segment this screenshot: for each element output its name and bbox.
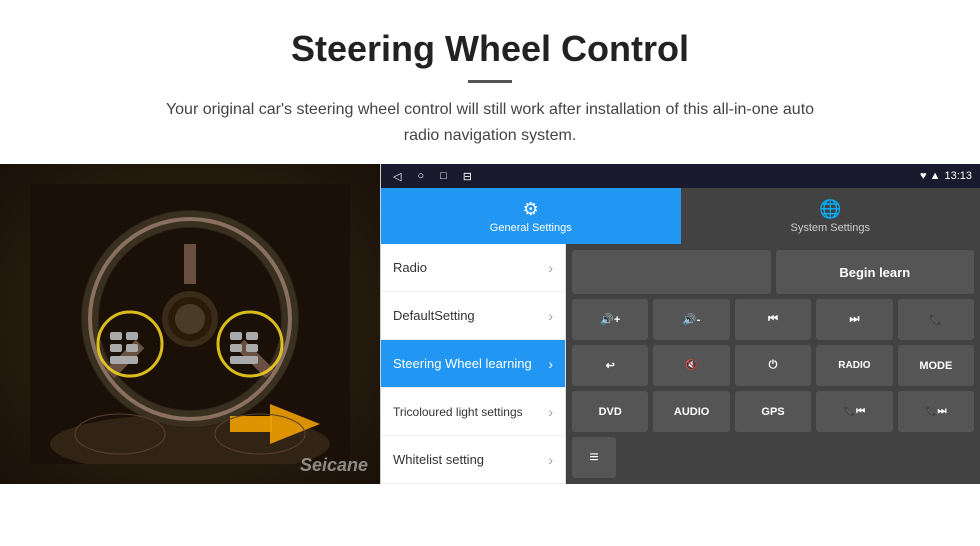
menu-item-whitelist-chevron: ›: [548, 452, 553, 468]
phone-next-button[interactable]: 📞⏭: [898, 391, 974, 432]
status-bar: ◁ ○ □ ⊟ ♥ ▲ 13:13: [381, 164, 980, 188]
gps-button[interactable]: GPS: [735, 391, 811, 432]
menu-item-whitelist[interactable]: Whitelist setting ›: [381, 436, 565, 484]
menu-item-tricoloured-chevron: ›: [548, 404, 553, 420]
vol-up-button[interactable]: 🔊+: [572, 299, 648, 340]
button-row-2: ↩ 🔇 ⏻ RADIO MODE: [572, 345, 974, 386]
button-row-4: ≡: [572, 437, 974, 478]
button-row-1: 🔊+ 🔊- ⏮ ⏭ 📞: [572, 299, 974, 340]
begin-learn-button[interactable]: Begin learn: [776, 250, 975, 294]
prev-track-button[interactable]: ⏮: [735, 299, 811, 340]
power-button[interactable]: ⏻: [735, 345, 811, 386]
tab-general-settings[interactable]: ⚙ General Settings: [381, 188, 681, 244]
tab-bar: ⚙ General Settings 🌐 System Settings: [381, 188, 980, 244]
dvd-button[interactable]: DVD: [572, 391, 648, 432]
phone-prev-button[interactable]: 📞⏮: [816, 391, 892, 432]
nav-menu-icon[interactable]: ⊟: [463, 170, 472, 183]
tab-system-settings[interactable]: 🌐 System Settings: [681, 188, 980, 244]
main-content: Seicane ◁ ○ □ ⊟ ♥ ▲ 13:13 ⚙ General Sett…: [0, 164, 980, 484]
seicane-watermark: Seicane: [300, 455, 368, 476]
audio-button[interactable]: AUDIO: [653, 391, 729, 432]
nav-back-icon[interactable]: ◁: [393, 170, 401, 183]
button-row-3: DVD AUDIO GPS 📞⏮ 📞⏭: [572, 391, 974, 432]
radio-button[interactable]: RADIO: [816, 345, 892, 386]
page-title: Steering Wheel Control: [20, 28, 960, 70]
phone-button[interactable]: 📞: [898, 299, 974, 340]
menu-item-steering-label: Steering Wheel learning: [393, 356, 532, 371]
menu-icon-button[interactable]: ≡: [572, 437, 616, 478]
page-subtitle: Your original car's steering wheel contr…: [150, 97, 830, 148]
mode-button[interactable]: MODE: [898, 345, 974, 386]
tab-system-settings-label: System Settings: [791, 222, 870, 234]
status-time: 13:13: [944, 170, 972, 182]
nav-square-icon[interactable]: □: [440, 170, 447, 182]
system-settings-icon: 🌐: [819, 199, 841, 220]
menu-item-default-setting[interactable]: DefaultSetting ›: [381, 292, 565, 340]
top-button-row: Begin learn: [572, 250, 974, 294]
menu-item-tricoloured-label: Tricoloured light settings: [393, 405, 523, 419]
title-divider: [468, 80, 512, 83]
status-icons: ♥ ▲: [920, 170, 940, 182]
menu-item-default-label: DefaultSetting: [393, 308, 475, 323]
menu-item-steering-chevron: ›: [548, 356, 553, 372]
empty-button: [572, 250, 771, 294]
right-panel: Begin learn 🔊+ 🔊- ⏮ ⏭ 📞 ↩ 🔇 ⏻ RADIO MODE: [566, 244, 980, 484]
main-area: Radio › DefaultSetting › Steering Wheel …: [381, 244, 980, 484]
nav-home-icon[interactable]: ○: [417, 170, 424, 182]
return-button[interactable]: ↩: [572, 345, 648, 386]
page-header: Steering Wheel Control Your original car…: [0, 0, 980, 164]
general-settings-icon: ⚙: [523, 199, 539, 220]
menu-item-steering-wheel[interactable]: Steering Wheel learning ›: [381, 340, 565, 388]
menu-item-radio-label: Radio: [393, 260, 427, 275]
tab-general-settings-label: General Settings: [490, 222, 572, 234]
vol-down-button[interactable]: 🔊-: [653, 299, 729, 340]
android-ui: ◁ ○ □ ⊟ ♥ ▲ 13:13 ⚙ General Settings 🌐 S…: [380, 164, 980, 484]
menu-item-default-chevron: ›: [548, 308, 553, 324]
menu-item-radio[interactable]: Radio ›: [381, 244, 565, 292]
menu-item-whitelist-label: Whitelist setting: [393, 452, 484, 467]
menu-item-radio-chevron: ›: [548, 260, 553, 276]
menu-item-tricoloured[interactable]: Tricoloured light settings ›: [381, 388, 565, 436]
mute-button[interactable]: 🔇: [653, 345, 729, 386]
next-track-button[interactable]: ⏭: [816, 299, 892, 340]
left-menu: Radio › DefaultSetting › Steering Wheel …: [381, 244, 566, 484]
steering-image: Seicane: [0, 164, 380, 484]
